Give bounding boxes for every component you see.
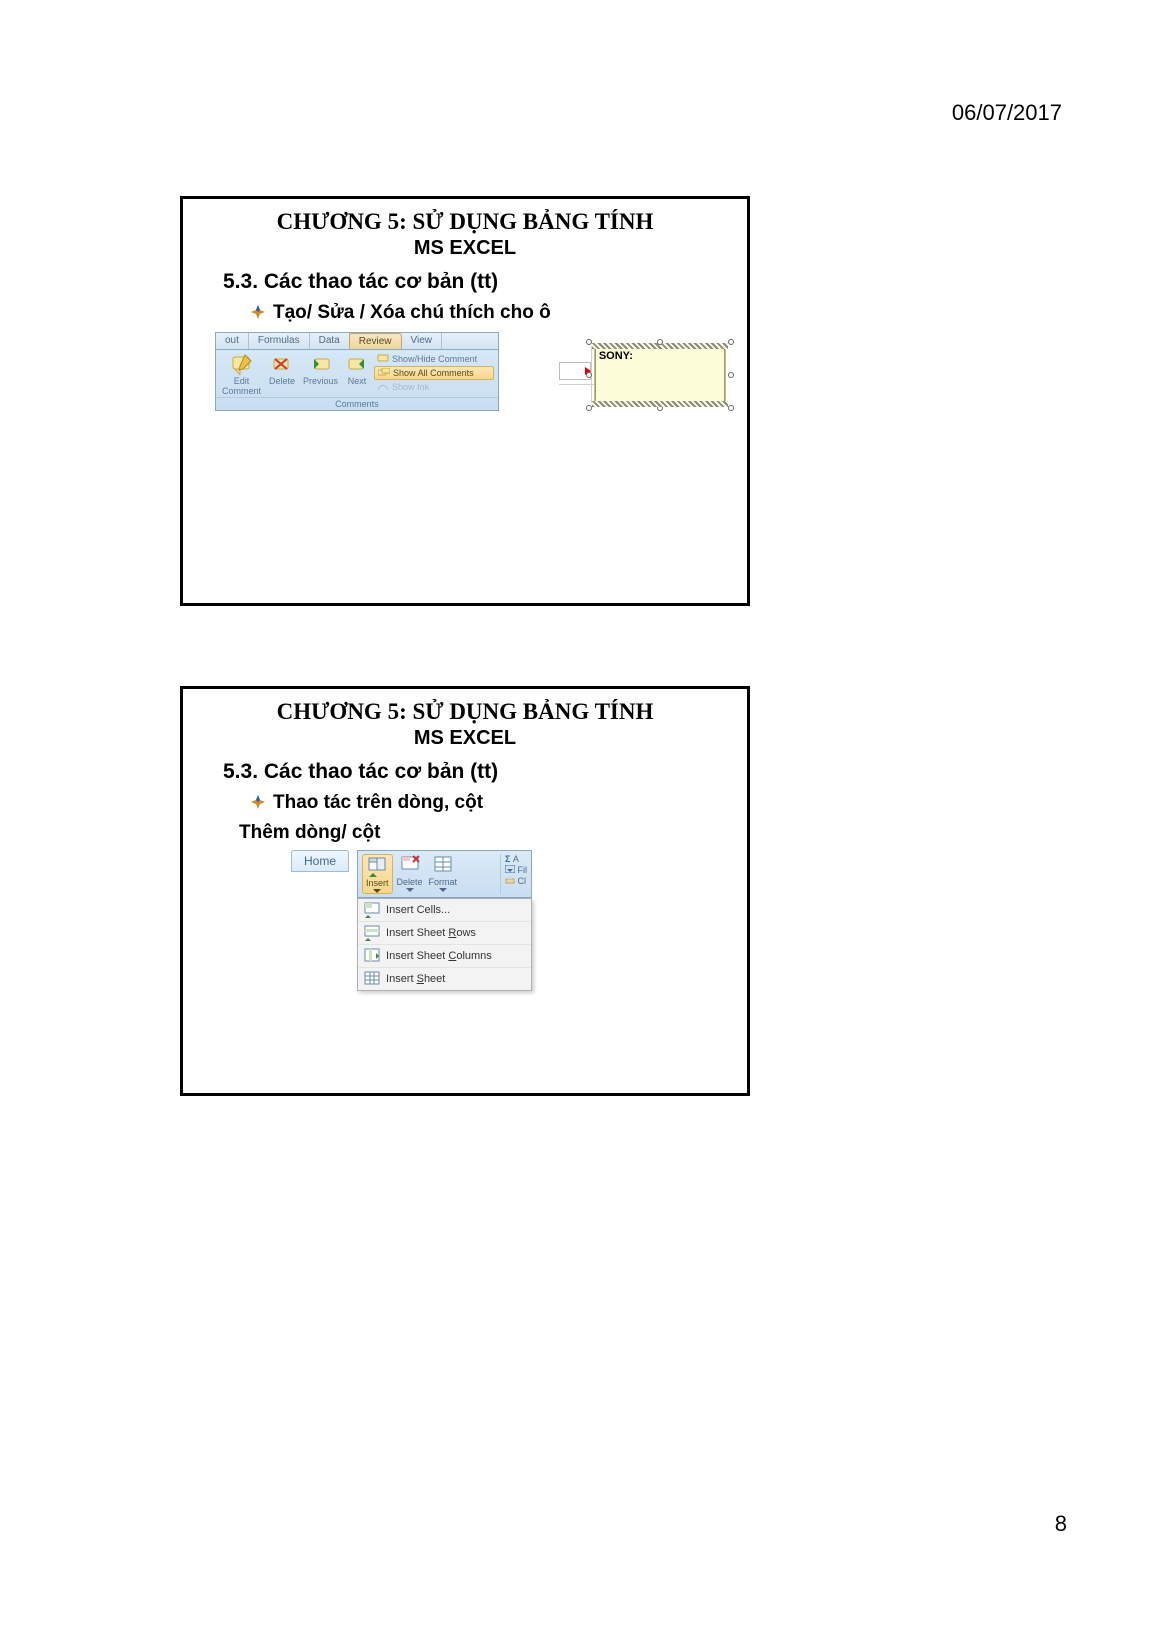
insert-cells-icon: [366, 855, 388, 877]
editing-group-partial: Σ Σ AA Fil Cl: [500, 854, 527, 894]
slide-1-section: 5.3. Các thao tác cơ bản (tt): [223, 270, 735, 294]
bullet-icon: [251, 793, 265, 807]
slide-1-bullet: Tạo/ Sửa / Xóa chú thích cho ô: [251, 302, 735, 324]
insert-sheet-item[interactable]: Insert Sheet: [358, 968, 531, 990]
page-number: 8: [1055, 1511, 1067, 1537]
grid-line-v: [591, 346, 592, 402]
ribbon-body: Edit Comment Delete Previous: [216, 350, 498, 397]
chevron-down-icon: [439, 888, 447, 892]
tab-home[interactable]: Home: [291, 850, 349, 872]
show-ink-label: Show Ink: [392, 382, 429, 392]
insert-sheet-icon: [364, 971, 380, 987]
comment-box[interactable]: SONY:: [595, 348, 725, 402]
comment-icon: [377, 354, 389, 364]
insert-columns-label: Insert Sheet Columns: [386, 950, 492, 962]
clear-icon: [505, 876, 515, 884]
show-hide-comment-button[interactable]: Show/Hide Comment: [374, 353, 494, 365]
review-ribbon: out Formulas Data Review View Edit Comme…: [215, 332, 499, 411]
comments-icon: [378, 368, 390, 378]
cell-comment-area: SONY:: [559, 346, 735, 426]
edit-comment-button[interactable]: Edit Comment: [220, 353, 263, 396]
tab-out[interactable]: out: [216, 333, 249, 349]
insert-sheet-label: Insert Sheet: [386, 973, 445, 985]
format-button[interactable]: Format: [427, 854, 460, 894]
format-label: Format: [429, 877, 458, 887]
fill-text: Fil: [518, 865, 528, 875]
slide-2-bullet: Thao tác trên dòng, cột: [251, 792, 735, 814]
next-label: Next: [348, 376, 367, 386]
fill-row[interactable]: Fil: [505, 865, 527, 875]
page: 06/07/2017 8 CHƯƠNG 5: SỬ DỤNG BẢNG TÍNH…: [0, 0, 1157, 1637]
next-comment-button[interactable]: Next: [344, 353, 370, 396]
delete-cells-label: Delete: [397, 877, 423, 887]
slide-2-title: CHƯƠNG 5: SỬ DỤNG BẢNG TÍNH: [195, 699, 735, 725]
show-all-label: Show All Comments: [393, 368, 474, 378]
slide-2-figure: Home Insert Delete Format: [291, 850, 735, 991]
fill-icon: [505, 865, 515, 873]
format-cells-icon: [432, 854, 454, 876]
ribbon-tabs: out Formulas Data Review View: [216, 333, 498, 350]
show-hide-label: Show/Hide Comment: [392, 354, 477, 364]
chevron-down-icon: [373, 889, 381, 893]
ink-icon: [377, 382, 389, 392]
grid-line-h: [559, 384, 599, 385]
insert-dropdown: Insert Cells... Insert Sheet Rows Insert…: [357, 898, 532, 991]
delete-comment-button[interactable]: Delete: [267, 353, 297, 396]
previous-comment-button[interactable]: Previous: [301, 353, 340, 396]
bullet-icon: [251, 303, 265, 317]
tab-formulas[interactable]: Formulas: [249, 333, 310, 349]
insert-columns-item[interactable]: Insert Sheet Columns: [358, 945, 531, 968]
autosum-row[interactable]: Σ Σ AA: [505, 854, 527, 864]
clear-row[interactable]: Cl: [505, 876, 527, 886]
clear-text: Cl: [518, 876, 527, 886]
insert-rows-label: Insert Sheet Rows: [386, 927, 476, 939]
insert-rows-item[interactable]: Insert Sheet Rows: [358, 922, 531, 945]
slide-1-title: CHƯƠNG 5: SỬ DỤNG BẢNG TÍNH: [195, 209, 735, 235]
tab-review[interactable]: Review: [349, 333, 402, 349]
delete-comment-icon: [271, 353, 293, 375]
previous-comment-icon: [310, 353, 332, 375]
slide-2-bullet-text: Thao tác trên dòng, cột: [273, 792, 483, 813]
slide-2: CHƯƠNG 5: SỬ DỤNG BẢNG TÍNH MS EXCEL 5.3…: [180, 686, 750, 1096]
next-comment-icon: [346, 353, 368, 375]
slide-1: CHƯƠNG 5: SỬ DỤNG BẢNG TÍNH MS EXCEL 5.3…: [180, 196, 750, 606]
show-ink-button[interactable]: Show Ink: [374, 381, 494, 393]
delete-button[interactable]: Delete: [395, 854, 425, 894]
slide-2-subheading: Thêm dòng/ cột: [239, 822, 735, 844]
delete-cells-icon: [399, 854, 421, 876]
comment-indicator-icon: [585, 367, 591, 375]
tab-data[interactable]: Data: [310, 333, 350, 349]
ribbon-options: Show/Hide Comment Show All Comments Show…: [374, 353, 494, 396]
slide-2-subtitle: MS EXCEL: [195, 727, 735, 750]
edit-comment-icon: [231, 353, 253, 375]
tab-view[interactable]: View: [402, 333, 443, 349]
insert-cells-item[interactable]: Insert Cells...: [358, 899, 531, 922]
slide-1-bullet-text: Tạo/ Sửa / Xóa chú thích cho ô: [273, 302, 551, 323]
show-all-comments-button[interactable]: Show All Comments: [374, 366, 494, 380]
edit-comment-label: Edit Comment: [222, 376, 261, 396]
slide-2-section: 5.3. Các thao tác cơ bản (tt): [223, 760, 735, 784]
cells-group: Insert Delete Format Σ Σ AA: [357, 850, 532, 898]
insert-button[interactable]: Insert: [362, 854, 393, 894]
ribbon-group-label: Comments: [216, 397, 498, 410]
slide-1-subtitle: MS EXCEL: [195, 237, 735, 260]
cells-ribbon: Insert Delete Format Σ Σ AA: [357, 850, 532, 991]
insert-cells-label: Insert Cells...: [386, 904, 450, 916]
insert-cells-icon: [364, 902, 380, 918]
delete-label: Delete: [269, 376, 295, 386]
insert-columns-icon: [364, 948, 380, 964]
sigma-icon: Σ: [505, 854, 510, 864]
insert-label: Insert: [366, 878, 389, 888]
insert-rows-icon: [364, 925, 380, 941]
date-header: 06/07/2017: [952, 100, 1062, 126]
comment-author: SONY:: [596, 349, 724, 363]
previous-label: Previous: [303, 376, 338, 386]
chevron-down-icon: [406, 888, 414, 892]
slide-1-figure: out Formulas Data Review View Edit Comme…: [215, 332, 735, 426]
